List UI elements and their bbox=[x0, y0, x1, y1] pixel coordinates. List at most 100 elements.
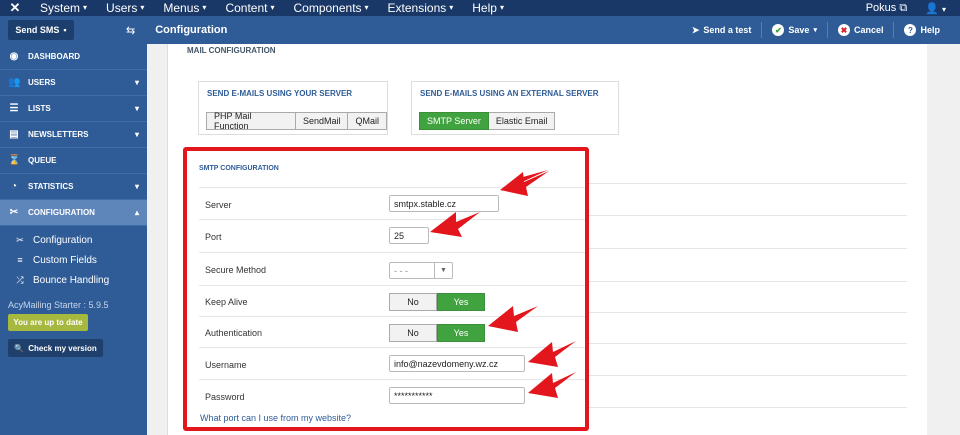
topbar-right: Pokus ⧉ 👤 ▾ bbox=[866, 2, 960, 15]
users-icon: 👥 bbox=[8, 77, 21, 88]
secure-method-value: - - - bbox=[394, 265, 408, 276]
chevron-down-icon: ▾ bbox=[134, 182, 139, 191]
toolbar-actions: ➤ Send a test ✔ Save ▾ ✖ Cancel ? Help bbox=[682, 22, 960, 38]
cancel-button[interactable]: ✖ Cancel bbox=[828, 24, 894, 36]
fields-icon: ≡ bbox=[17, 255, 23, 265]
row-divider bbox=[589, 281, 907, 282]
sidebar-item-configuration[interactable]: ✂ CONFIGURATION ▴ bbox=[0, 200, 147, 226]
password-row: Password *********** bbox=[199, 379, 585, 411]
page-title: Configuration bbox=[155, 24, 228, 36]
authentication-label: Authentication bbox=[205, 328, 263, 338]
sidebar-item-queue[interactable]: ⌛ QUEUE bbox=[0, 148, 147, 174]
tools-icon: ✂ bbox=[16, 234, 24, 245]
sidebar-item-newsletters[interactable]: ▤ NEWSLETTERS ▾ bbox=[0, 122, 147, 148]
toolbar: Send SMS ▪ ⇆ Configuration ➤ Send a test … bbox=[0, 16, 960, 44]
own-server-box: SEND E-MAILS USING YOUR SERVER PHP Mail … bbox=[198, 81, 388, 135]
server-row: Server smtpx.stable.cz bbox=[199, 187, 585, 219]
authentication-yes[interactable]: Yes bbox=[437, 324, 485, 342]
smtp-server-button[interactable]: SMTP Server bbox=[419, 112, 489, 130]
menu-help[interactable]: Help ▾ bbox=[462, 0, 513, 16]
sendmail-button[interactable]: SendMail bbox=[295, 112, 349, 130]
cancel-icon: ✖ bbox=[837, 24, 850, 36]
qmail-button[interactable]: QMail bbox=[348, 112, 387, 130]
authentication-row: Authentication No Yes bbox=[199, 316, 585, 347]
elastic-email-button[interactable]: Elastic Email bbox=[488, 112, 556, 130]
message-icon: ▪ bbox=[63, 25, 67, 35]
version-text: AcyMailing Starter : 5.9.5 bbox=[8, 300, 109, 310]
tools-icon: ✂ bbox=[9, 207, 19, 218]
submenu-bounce-handling[interactable]: ⤮ Bounce Handling bbox=[0, 270, 147, 290]
check-version-button[interactable]: 🔍 Check my version bbox=[8, 339, 103, 357]
menu-extensions[interactable]: Extensions ▾ bbox=[378, 0, 463, 16]
server-input[interactable]: smtpx.stable.cz bbox=[389, 195, 499, 212]
php-mail-button[interactable]: PHP Mail Function bbox=[206, 111, 296, 131]
external-server-box: SEND E-MAILS USING AN EXTERNAL SERVER SM… bbox=[411, 81, 619, 135]
site-link[interactable]: Pokus ⧉ bbox=[866, 2, 908, 15]
hourglass-icon: ⌛ bbox=[8, 155, 21, 166]
chevron-down-icon: ▾ bbox=[134, 78, 139, 87]
chevron-up-icon: ▴ bbox=[134, 208, 139, 217]
joomla-icon[interactable]: ✕ bbox=[0, 0, 30, 16]
submenu-custom-fields[interactable]: ≡ Custom Fields bbox=[0, 250, 147, 270]
help-icon: ? bbox=[904, 24, 917, 36]
send-test-button[interactable]: ➤ Send a test bbox=[682, 25, 762, 36]
external-link-icon: ⧉ bbox=[899, 1, 908, 14]
smtp-config-title: SMTP CONFIGURATION bbox=[199, 165, 279, 172]
main-content: MAIL CONFIGURATION SEND E-MAILS USING YO… bbox=[147, 44, 960, 435]
row-divider bbox=[589, 343, 907, 344]
menu-menus[interactable]: Menus ▾ bbox=[153, 0, 215, 16]
caret-down-icon: ▾ bbox=[202, 3, 207, 13]
submenu-configuration[interactable]: ✂ Configuration bbox=[0, 230, 147, 250]
newsletter-icon: ▤ bbox=[9, 129, 19, 140]
keep-alive-row: Keep Alive No Yes bbox=[199, 285, 585, 316]
port-help-link[interactable]: What port can I use from my website? bbox=[200, 413, 351, 423]
authentication-toggle: No Yes bbox=[389, 324, 485, 342]
port-row: Port 25 bbox=[199, 219, 585, 252]
check-icon: ✔ bbox=[772, 24, 785, 36]
username-label: Username bbox=[205, 360, 247, 370]
menu-system[interactable]: System ▾ bbox=[30, 0, 96, 16]
sidebar-toggle-icon[interactable]: ⇆ bbox=[126, 24, 135, 37]
sidebar-item-users[interactable]: 👥 USERS ▾ bbox=[0, 70, 147, 96]
keep-alive-yes[interactable]: Yes bbox=[437, 293, 485, 311]
keep-alive-toggle: No Yes bbox=[389, 293, 485, 311]
secure-method-label: Secure Method bbox=[205, 265, 267, 275]
secure-method-select[interactable]: - - - ▼ bbox=[389, 262, 453, 279]
username-row: Username info@nazevdomeny.wz.cz bbox=[199, 347, 585, 379]
configuration-submenu: ✂ Configuration ≡ Custom Fields ⤮ Bounce Ha… bbox=[0, 226, 147, 292]
caret-down-icon: ▾ bbox=[270, 3, 275, 13]
caret-down-icon: ▾ bbox=[449, 3, 454, 13]
sidebar-item-statistics[interactable]: ◔ STATISTICS ▾ bbox=[0, 174, 147, 200]
sidebar-item-lists[interactable]: ☰ LISTS ▾ bbox=[0, 96, 147, 122]
username-input[interactable]: info@nazevdomeny.wz.cz bbox=[389, 355, 525, 372]
password-input[interactable]: *********** bbox=[389, 387, 525, 404]
chevron-down-icon: ▾ bbox=[134, 104, 139, 113]
row-divider bbox=[589, 375, 907, 376]
sidebar-item-dashboard[interactable]: ◉ DASHBOARD bbox=[0, 44, 147, 70]
menu-users[interactable]: Users ▾ bbox=[96, 0, 153, 16]
caret-down-icon: ▾ bbox=[813, 27, 817, 34]
server-label: Server bbox=[205, 200, 232, 210]
keep-alive-no[interactable]: No bbox=[389, 293, 437, 311]
user-menu[interactable]: 👤 ▾ bbox=[925, 2, 946, 15]
send-sms-button[interactable]: Send SMS ▪ bbox=[8, 20, 74, 40]
password-label: Password bbox=[205, 392, 245, 402]
external-server-buttons: SMTP Server Elastic Email bbox=[419, 112, 556, 130]
dashboard-icon: ◉ bbox=[9, 51, 19, 62]
external-server-title: SEND E-MAILS USING AN EXTERNAL SERVER bbox=[420, 89, 599, 98]
caret-down-icon: ▾ bbox=[941, 4, 946, 14]
help-button[interactable]: ? Help bbox=[894, 24, 950, 36]
menu-content[interactable]: Content ▾ bbox=[215, 0, 283, 16]
port-input[interactable]: 25 bbox=[389, 227, 429, 244]
list-icon: ☰ bbox=[9, 103, 19, 114]
up-to-date-badge: You are up to date bbox=[8, 314, 88, 331]
caret-down-icon: ▾ bbox=[364, 3, 369, 13]
own-server-title: SEND E-MAILS USING YOUR SERVER bbox=[207, 89, 353, 98]
caret-down-icon: ▾ bbox=[83, 3, 88, 13]
authentication-no[interactable]: No bbox=[389, 324, 437, 342]
menu-components[interactable]: Components ▾ bbox=[283, 0, 377, 16]
keep-alive-label: Keep Alive bbox=[205, 297, 248, 307]
save-button[interactable]: ✔ Save ▾ bbox=[762, 24, 827, 36]
caret-down-icon: ▼ bbox=[434, 263, 452, 278]
own-server-buttons: PHP Mail Function SendMail QMail bbox=[206, 111, 387, 131]
